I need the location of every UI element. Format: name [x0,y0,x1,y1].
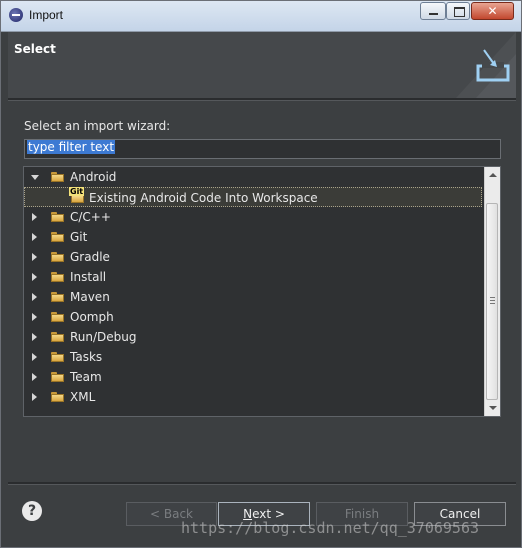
button-bar: ? < Back Next > Finish Cancel [8,485,516,541]
import-wizard-icon [456,32,516,98]
folder-icon [51,352,64,362]
collapse-arrow-icon[interactable] [32,233,37,241]
collapse-arrow-icon[interactable] [32,393,37,401]
tree-item-label: Tasks [70,350,103,364]
tree-item-label: Install [70,270,107,284]
page-title: Select [14,42,56,56]
scroll-up-button[interactable] [485,167,500,183]
scroll-down-button[interactable] [485,400,500,416]
tree-item-label: Existing Android Code Into Workspace [89,191,318,205]
collapse-arrow-icon[interactable] [32,373,37,381]
arrow-up-icon [489,173,497,177]
wizard-content: Select an import wizard: type filter tex… [8,101,516,481]
wizard-prompt-label: Select an import wizard: [24,119,171,133]
filter-input[interactable]: type filter text [24,139,501,159]
next-label: ext > [252,507,285,521]
tree-item-cpp[interactable]: C/C++ [24,207,484,227]
tree-item-run-debug[interactable]: Run/Debug [24,327,484,347]
tree-item-gradle[interactable]: Gradle [24,247,484,267]
tree-item-label: Run/Debug [70,330,137,344]
close-icon: ✕ [487,4,498,18]
git-badge-icon: Git [69,187,85,196]
minimize-button[interactable] [420,2,446,20]
help-icon[interactable]: ? [22,501,42,521]
tree-item-label: Team [70,370,102,384]
close-button[interactable]: ✕ [471,2,514,20]
tree-item-oomph[interactable]: Oomph [24,307,484,327]
folder-icon [51,212,64,222]
cancel-button[interactable]: Cancel [414,502,506,526]
folder-icon [51,292,64,302]
tree-item-label: Oomph [70,310,114,324]
import-dialog: Import ✕ Select Select an import wizard:… [0,0,522,548]
tree-item-team[interactable]: Team [24,367,484,387]
tree-item-label: Maven [70,290,110,304]
next-mnemonic: N [243,507,253,521]
title-bar[interactable]: Import ✕ [1,1,521,32]
tree-item-tasks[interactable]: Tasks [24,347,484,367]
folder-icon [51,332,64,342]
minimize-icon [429,13,438,15]
expand-arrow-icon[interactable] [31,175,39,180]
tree-item-xml[interactable]: XML [24,387,484,407]
collapse-arrow-icon[interactable] [32,293,37,301]
folder-icon [51,232,64,242]
wizard-header: Select [8,32,516,98]
tree-item-label: Gradle [70,250,110,264]
collapse-arrow-icon[interactable] [32,353,37,361]
arrow-down-icon [489,406,497,410]
filter-input-text: type filter text [27,140,116,154]
collapse-arrow-icon[interactable] [32,213,37,221]
maximize-icon [454,7,465,17]
collapse-arrow-icon[interactable] [32,333,37,341]
tree-item-label: Android [70,170,117,184]
maximize-button[interactable] [446,2,470,20]
tree-item-label: XML [70,390,96,404]
window-title: Import [29,8,64,22]
collapse-arrow-icon[interactable] [32,273,37,281]
collapse-arrow-icon[interactable] [32,253,37,261]
folder-icon [51,272,64,282]
tree-item-label: Git [70,230,88,244]
collapse-arrow-icon[interactable] [32,313,37,321]
grip-icon [490,297,495,304]
scroll-thumb[interactable] [486,203,498,400]
eclipse-icon [9,8,23,22]
tree-item-label: C/C++ [70,210,111,224]
finish-button[interactable]: Finish [316,502,408,526]
folder-icon [51,392,64,402]
folder-icon [51,372,64,382]
wizard-tree[interactable]: Android Git Existing Android Code Into W… [23,166,501,417]
folder-icon [51,252,64,262]
tree-item-install[interactable]: Install [24,267,484,287]
tree-item-android[interactable]: Android [24,167,484,187]
folder-open-icon [51,172,64,182]
folder-icon [51,312,64,322]
tree-item-maven[interactable]: Maven [24,287,484,307]
tree-scrollbar[interactable] [484,167,500,416]
tree-item-git[interactable]: Git [24,227,484,247]
next-button[interactable]: Next > [218,502,310,526]
back-button[interactable]: < Back [126,502,217,526]
tree-item-existing-android-code[interactable]: Git Existing Android Code Into Workspace [24,187,482,207]
